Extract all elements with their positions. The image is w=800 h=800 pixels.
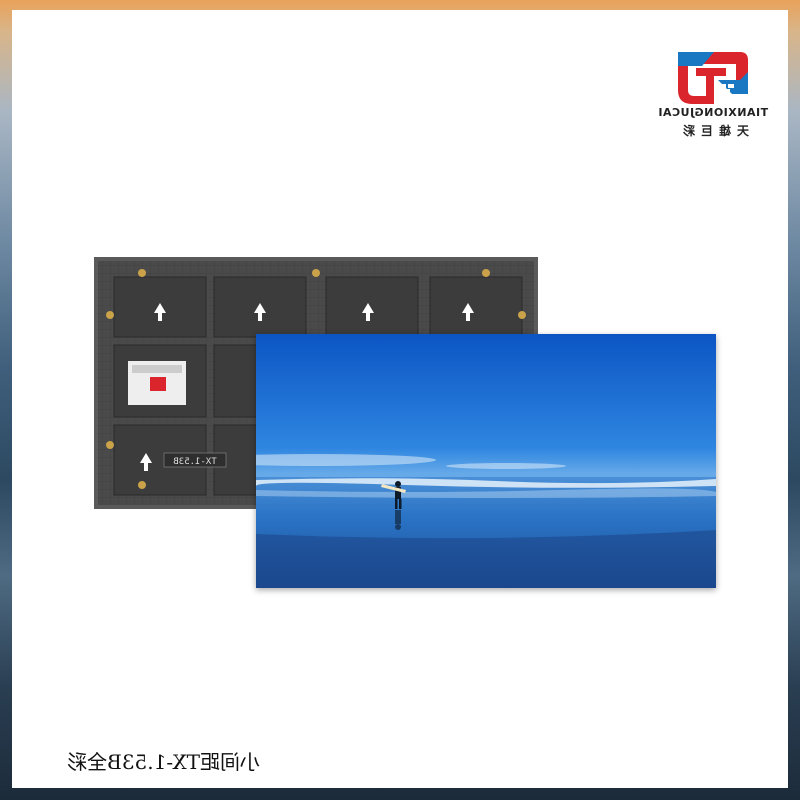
module-label: TX-1.53B — [173, 457, 216, 467]
brand-name-chinese: 天雄巨彩 — [677, 124, 750, 138]
tianxiong-logo-icon — [678, 52, 748, 104]
led-module-front-image — [256, 334, 716, 588]
brand-name-english: TIANXIONGJUCAI — [657, 106, 769, 119]
product-caption: 小间距TX-1.53B全彩 — [67, 750, 260, 774]
brand-logo: TIANXIONGJUCAI 天雄巨彩 — [652, 46, 774, 142]
